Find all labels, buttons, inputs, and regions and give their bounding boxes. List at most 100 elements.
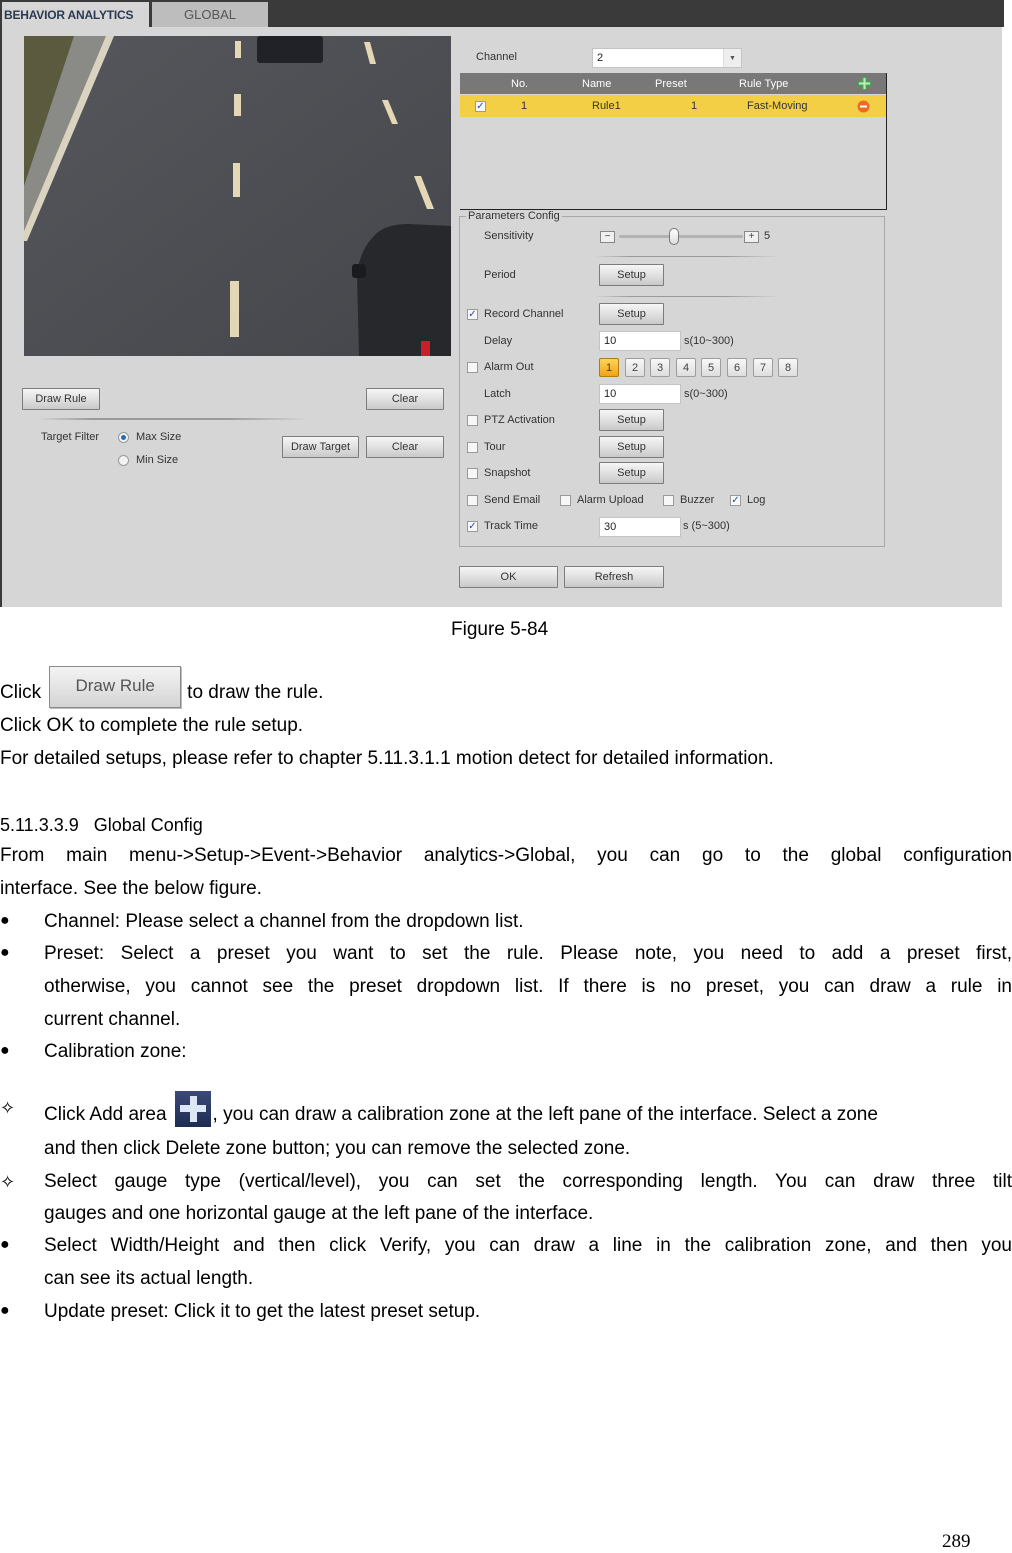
record-channel-checkbox[interactable]: ✓: [467, 309, 478, 320]
alarm-out-2-button[interactable]: 2: [625, 358, 645, 377]
tour-setup-button[interactable]: Setup: [599, 436, 664, 458]
sub-bullet-add-area-line-1: Click Add area , you can draw a calibrati…: [44, 1091, 1012, 1133]
tour-label: Tour: [484, 441, 506, 453]
period-label: Period: [484, 269, 516, 281]
sub-bullet-gauge-line-2: gauges and one horizontal gauge at the l…: [44, 1203, 594, 1224]
click-prefix: Click: [0, 682, 42, 704]
alarm-out-1-button[interactable]: 1: [599, 358, 619, 377]
add-rule-icon[interactable]: [858, 73, 871, 94]
alarm-out-4-button[interactable]: 4: [676, 358, 696, 377]
sensitivity-value: 5: [764, 230, 771, 242]
snapshot-checkbox[interactable]: [467, 468, 478, 479]
ok-button[interactable]: OK: [459, 566, 558, 588]
alarm-out-label: Alarm Out: [484, 361, 534, 373]
car-top: [257, 36, 323, 63]
rule-enable-checkbox[interactable]: ✓: [475, 101, 486, 112]
rule-table: No. Name Preset Rule Type ✓ 1 Rule1 1 Fa…: [460, 73, 887, 210]
send-email-checkbox[interactable]: [467, 495, 478, 506]
bullet-icon: ●: [0, 944, 10, 961]
min-size-radio[interactable]: [118, 455, 129, 466]
tab-behavior-analytics[interactable]: BEHAVIOR ANALYTICS: [2, 2, 149, 27]
lane-dash: [234, 94, 241, 116]
track-time-input[interactable]: 30: [599, 517, 681, 537]
alarm-upload-checkbox[interactable]: [560, 495, 571, 506]
alarm-out-8-button[interactable]: 8: [778, 358, 798, 377]
rule-no: 1: [521, 100, 528, 112]
clear-target-button[interactable]: Clear: [366, 436, 444, 458]
camera-live-view[interactable]: [24, 36, 451, 356]
bullet-calibration-zone: Calibration zone:: [44, 1041, 187, 1062]
snapshot-setup-button[interactable]: Setup: [599, 462, 664, 484]
snapshot-label: Snapshot: [484, 467, 531, 479]
delete-rule-icon[interactable]: [857, 95, 870, 117]
draw-rule-instruction: Click Draw Rule to draw the rule.: [0, 666, 324, 714]
car-light: [421, 341, 430, 356]
track-time-checkbox[interactable]: ✓: [467, 521, 478, 532]
buzzer-checkbox[interactable]: [663, 495, 674, 506]
bullet-verify-line-2: can see its actual length.: [44, 1268, 254, 1289]
latch-label: Latch: [484, 388, 511, 400]
sensitivity-slider[interactable]: [619, 235, 743, 238]
rule-type: Fast-Moving: [747, 100, 808, 112]
alarm-out-6-button[interactable]: 6: [727, 358, 747, 377]
delay-range: s(10~300): [684, 335, 734, 347]
behavior-analytics-screenshot: BEHAVIOR ANALYTICS GLOBAL Draw Rule Clea…: [0, 0, 1004, 607]
max-size-radio[interactable]: [118, 432, 129, 443]
min-size-label: Min Size: [136, 454, 179, 466]
clear-rule-button[interactable]: Clear: [366, 388, 444, 410]
refresh-button[interactable]: Refresh: [564, 566, 664, 588]
refer-instruction: For detailed setups, please refer to cha…: [0, 748, 774, 769]
delay-label: Delay: [484, 335, 513, 347]
sensitivity-increase-button[interactable]: +: [744, 231, 759, 243]
figure-caption: Figure 5-84: [451, 619, 549, 640]
lane-dash: [233, 163, 240, 197]
alarm-out-5-button[interactable]: 5: [701, 358, 721, 377]
bullet-verify-line-1: Select Width/Height and then click Verif…: [44, 1235, 1012, 1256]
draw-rule-button[interactable]: Draw Rule: [22, 388, 100, 410]
ptz-setup-button[interactable]: Setup: [599, 409, 664, 431]
channel-select[interactable]: 2 ▼: [592, 48, 742, 68]
road-scene-image: [24, 36, 451, 356]
column-preset: Preset: [655, 77, 687, 90]
click-suffix: to draw the rule.: [187, 682, 324, 704]
section-heading: 5.11.3.3.9 Global Config: [0, 814, 203, 836]
bullet-preset-line-2: otherwise, you cannot see the preset dro…: [44, 976, 1012, 997]
intro-line-2: interface. See the below figure.: [0, 878, 262, 899]
ptz-activation-checkbox[interactable]: [467, 415, 478, 426]
delay-input[interactable]: 10: [599, 331, 681, 351]
car-bottom-right: [357, 224, 451, 356]
column-no: No.: [511, 77, 529, 90]
log-label: Log: [747, 494, 766, 506]
sensitivity-slider-handle[interactable]: [668, 228, 679, 245]
sub-bullet-gauge-line-1: Select gauge type (vertical/level), you …: [44, 1171, 1012, 1192]
table-row[interactable]: ✓ 1 Rule1 1 Fast-Moving: [460, 95, 886, 117]
channel-label: Channel: [476, 51, 517, 63]
chevron-down-icon[interactable]: ▼: [723, 49, 741, 67]
log-checkbox[interactable]: ✓: [730, 495, 741, 506]
record-channel-label: Record Channel: [484, 308, 564, 320]
add-area-plus-icon: [174, 1091, 211, 1127]
tour-checkbox[interactable]: [467, 442, 478, 453]
channel-value: 2: [597, 52, 604, 64]
column-name: Name: [582, 77, 612, 90]
latch-input[interactable]: 10: [599, 384, 681, 404]
alarm-out-checkbox[interactable]: [467, 362, 478, 373]
alarm-out-7-button[interactable]: 7: [753, 358, 773, 377]
record-channel-setup-button[interactable]: Setup: [599, 303, 664, 325]
bullet-preset-line-1: Preset: Select a preset you want to set …: [44, 943, 1012, 964]
tab-global[interactable]: GLOBAL: [152, 2, 268, 27]
parameters-config-title: Parameters Config: [466, 210, 562, 222]
period-setup-button[interactable]: Setup: [599, 264, 664, 286]
page-number: 289: [942, 1531, 971, 1552]
divider: [594, 296, 780, 297]
divider: [38, 418, 308, 420]
buzzer-label: Buzzer: [680, 494, 715, 506]
draw-target-button[interactable]: Draw Target: [282, 436, 359, 458]
inline-draw-rule-button-image: Draw Rule: [49, 666, 182, 708]
sensitivity-decrease-button[interactable]: −: [600, 231, 615, 243]
sub-bullet-icon: ✧: [0, 1172, 16, 1192]
alarm-out-3-button[interactable]: 3: [650, 358, 670, 377]
bullet-icon: ●: [0, 1042, 10, 1059]
bullet-icon: ●: [0, 1236, 10, 1253]
sub-bullet-add-area-line-2: and then click Delete zone button; you c…: [44, 1138, 631, 1159]
